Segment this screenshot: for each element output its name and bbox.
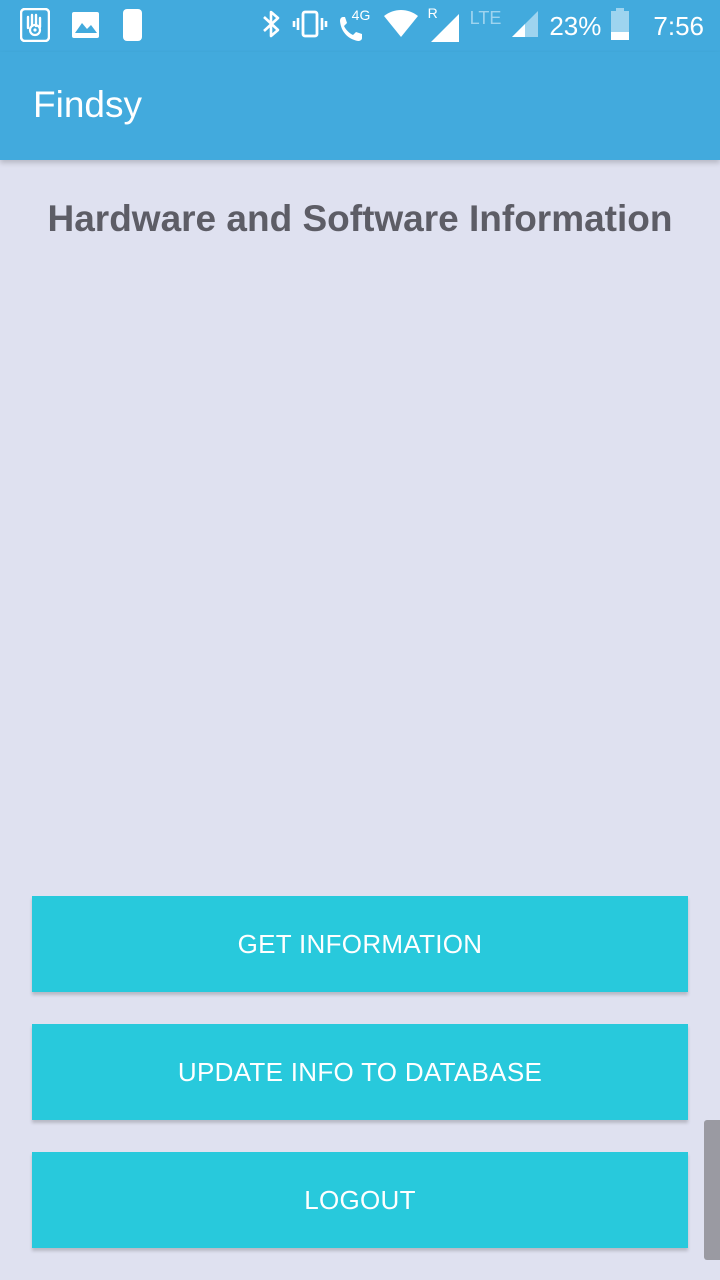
- vibrate-icon: [292, 9, 328, 44]
- battery-percent: 23%: [549, 10, 602, 41]
- app-bar: Findsy: [0, 52, 720, 160]
- status-bar: 4G R LTE 23% 7:56: [0, 0, 720, 52]
- app-title: Findsy: [33, 84, 142, 125]
- volte-call-icon: 4G: [338, 7, 374, 43]
- network-4g-label: 4G: [351, 7, 371, 23]
- moon-app-icon: [122, 8, 144, 47]
- signal-icon: [511, 10, 539, 43]
- scrollbar[interactable]: [704, 1120, 720, 1260]
- update-info-button[interactable]: UPDATE INFO TO DATABASE: [32, 1024, 688, 1120]
- status-right-icons: 4G R LTE 23% 7:56: [260, 5, 704, 46]
- network-lte-label: LTE: [469, 7, 502, 28]
- logout-button[interactable]: LOGOUT: [32, 1152, 688, 1248]
- get-information-button[interactable]: GET INFORMATION: [32, 896, 688, 992]
- hand-app-icon: [19, 7, 51, 47]
- signal-icon: R: [428, 5, 460, 43]
- bluetooth-icon: [260, 9, 282, 44]
- status-left-icons: [19, 7, 144, 47]
- wifi-icon: [383, 9, 418, 43]
- clock: 7:56: [653, 10, 704, 41]
- gallery-icon: [72, 8, 100, 47]
- battery-icon: [611, 7, 630, 45]
- page-title: Hardware and Software Information: [47, 198, 673, 239]
